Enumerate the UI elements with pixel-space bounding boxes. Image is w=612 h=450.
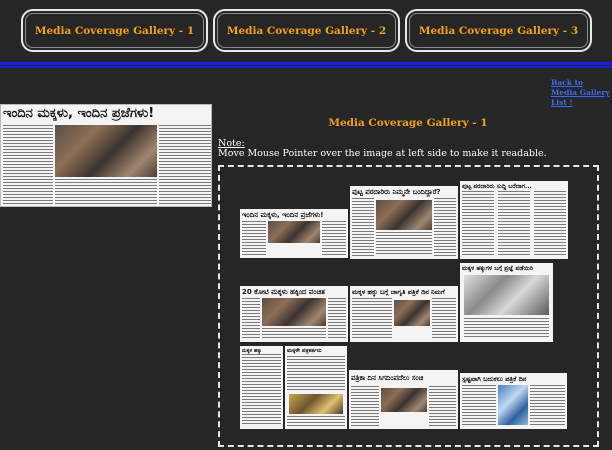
clipping-thumbnail[interactable]: ಪತ್ರಿಕಾ ದಿನ ಸಿಗದಿಂಪದೆಲು ಸಂಚಿ [349,370,458,429]
preview-headline: ಇಂದಿನ ಮಕ್ಕಳು, ಇಂದಿನ ಪ್ರಜೆಗಳು! [3,106,155,121]
clipping-preview: ಇಂದಿನ ಮಕ್ಕಳು, ಇಂದಿನ ಪ್ರಜೆಗಳು! [0,104,212,207]
clipping-thumbnail[interactable]: ಮಕ್ಕಳೇ ಪತ್ರಕರ್ತರು [285,346,347,429]
clipping-thumbnail[interactable]: ಸ್ಪಷ್ಟವಾಗಿ ಬದುಕಲು ಪತ್ರಿಕೆ ದಿನ [460,373,567,429]
tab-gallery-3[interactable]: Media Coverage Gallery - 3 [405,9,592,52]
header-divider [0,62,612,65]
clipping-thumbnail[interactable]: ಮಕ್ಕಳ ಹಕ್ಕುಗಳ ಬಗ್ಗೆ ಪ್ರಜ್ಞೆ ಪಡೆಯಿರಿ [460,263,553,342]
clipping-thumbnail[interactable]: 20 ಕೋಟಿ ಮಕ್ಕಳು ಹಕ್ಕಿಂದ ವಂಚಿತ [240,286,348,342]
gallery-heading: Media Coverage Gallery - 1 [328,117,488,129]
clipping-thumbnail[interactable]: ಇಂದಿನ ಮಕ್ಕಳು, ಇಂದಿನ ಪ್ರಜೆಗಳು! [240,209,348,258]
tab-gallery-2[interactable]: Media Coverage Gallery - 2 [213,9,400,52]
back-to-gallery-list-link[interactable]: Back to Media Gallery List ! [551,78,611,108]
note-text: Move Mouse Pointer over the image at lef… [218,148,547,159]
clipping-thumbnail[interactable]: ಮಕ್ಕಳ ಹಕ್ಕು ಬಗ್ಗೆ ಜಾಗೃತಿ ಪತ್ರಿಕೆ ದಿನ ನಿಮ… [350,286,458,342]
gallery-tabs: Media Coverage Gallery - 1 Media Coverag… [0,0,612,62]
tab-gallery-1[interactable]: Media Coverage Gallery - 1 [21,9,208,52]
clipping-thumbnail[interactable]: ಪುಟ್ಟ ಪರದಾರಿರು ನಿಮ್ಮನೇ ಬಂದಿದ್ದಾರೆ? [350,186,458,259]
header-divider-thin [0,66,612,68]
clipping-thumbnail[interactable]: ಮಕ್ಕಳ ಹಕ್ಕು [240,346,283,429]
clipping-thumbnail[interactable]: ಪುಟ್ಟ ಪರದಾರಿರು ಸುದ್ದಿ ಬರೆದಾಗ... [460,181,568,259]
